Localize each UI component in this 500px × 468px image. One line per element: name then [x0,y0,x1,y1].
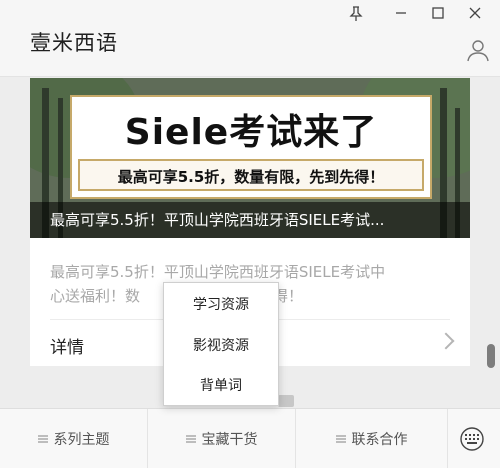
nav-contact-cooperation[interactable]: 联系合作 [296,409,448,468]
menu-icon [185,435,196,443]
menu-item-video-resources[interactable]: 影视资源 [164,326,278,366]
chevron-right-icon [437,332,455,350]
pin-icon[interactable] [345,6,367,26]
nav-label: 系列主题 [53,432,110,448]
title-bar: 壹米西语 [0,0,500,77]
banner-ad-panel: Siele考试来了 最高可享5.5折，数量有限，先到先得！ [70,95,432,199]
detail-label: 详情 [50,338,84,358]
keyboard-icon[interactable] [448,409,500,468]
menu-icon [37,435,48,443]
app-title: 壹米西语 [30,31,118,55]
nav-label: 宝藏干货 [201,432,258,448]
nav-treasure-goods[interactable]: 宝藏干货 [148,409,296,468]
submenu-popup: 学习资源 影视资源 背单词 [163,282,279,406]
banner-sub-strip: 最高可享5.5折，数量有限，先到先得！ [78,159,424,191]
minimize-icon[interactable] [390,6,412,26]
menu-item-vocabulary[interactable]: 背单词 [164,366,278,406]
description-line-1: 最高可享5.5折！平顶山学院西班牙语SIELE考试中 [50,263,386,281]
scrollbar-thumb[interactable] [487,344,495,368]
banner-subtitle: 最高可享5.5折，数量有限，先到先得！ [117,168,385,186]
menu-icon [335,435,346,443]
menu-item-study-resources[interactable]: 学习资源 [164,285,278,325]
article-title[interactable]: 最高可享5.5折！平顶山学院西班牙语SIELE考试... [30,202,470,238]
description-line-2-left: 心送福利！数 [50,287,141,305]
hidden-badge [278,395,294,407]
nav-label: 联系合作 [351,432,408,448]
person-icon[interactable] [466,38,490,62]
bottom-menu-bar: 系列主题 宝藏干货 联系合作 [0,408,500,468]
nav-series-topics[interactable]: 系列主题 [0,409,148,468]
maximize-icon[interactable] [427,6,449,26]
article-banner-image[interactable]: Siele考试来了 最高可享5.5折，数量有限，先到先得！ 最高可享5.5折！平… [30,78,470,238]
banner-headline: Siele考试来了 [124,112,378,153]
close-icon[interactable] [464,6,486,26]
